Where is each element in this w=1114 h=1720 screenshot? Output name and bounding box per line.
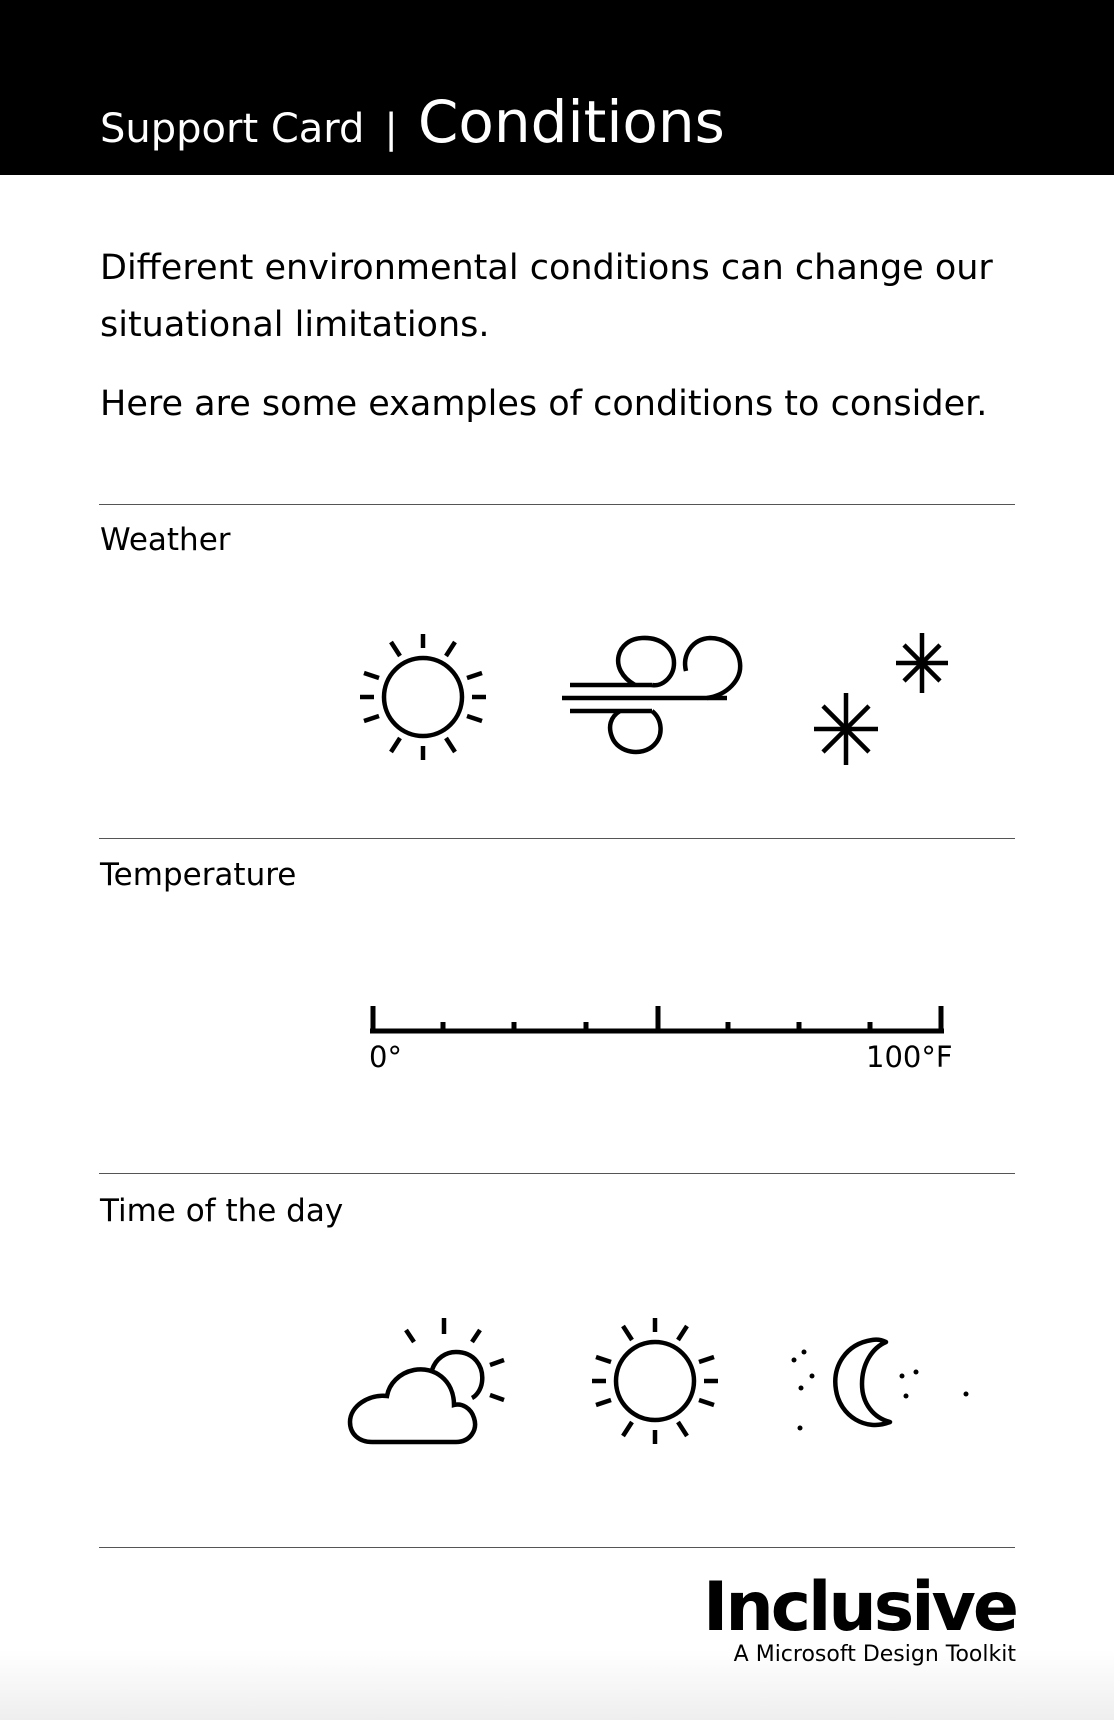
header-title-row: Support Card | Conditions xyxy=(100,88,725,156)
section-label-weather: Weather xyxy=(100,522,231,558)
temperature-min-label: 0° xyxy=(369,1040,402,1074)
intro-paragraph-2: Here are some examples of conditions to … xyxy=(100,384,988,424)
moon-stars-icon xyxy=(791,1338,969,1431)
temperature-max-label: 100°F xyxy=(866,1040,953,1074)
page-title: Conditions xyxy=(417,88,725,156)
section-label-time-of-day: Time of the day xyxy=(100,1193,344,1229)
sun-icon xyxy=(592,1318,718,1444)
snowflakes-icon xyxy=(808,633,954,768)
divider-footer xyxy=(99,1547,1015,1548)
divider-weather xyxy=(99,504,1015,505)
logo-wordmark: Inclusive xyxy=(703,1568,1019,1647)
logo-tagline: A Microsoft Design Toolkit xyxy=(733,1642,1016,1667)
temperature-scale-icon xyxy=(370,1004,944,1036)
header-separator: | xyxy=(384,106,398,152)
support-card-page: Support Card | Conditions Different envi… xyxy=(0,0,1114,1720)
header-bar: Support Card | Conditions xyxy=(0,0,1114,175)
section-label-temperature: Temperature xyxy=(100,857,297,893)
intro-paragraph-1: Different environmental conditions can c… xyxy=(100,248,993,345)
header-label: Support Card xyxy=(100,106,365,152)
inclusive-logo: Inclusive A Microsoft Design Toolkit xyxy=(703,1568,1019,1670)
partly-cloudy-icon xyxy=(344,1318,506,1448)
divider-temperature xyxy=(99,838,1015,839)
divider-time-of-day xyxy=(99,1173,1015,1174)
intro-text: Different environmental conditions can c… xyxy=(100,240,1000,455)
sun-icon xyxy=(360,634,486,760)
wind-icon xyxy=(562,635,747,761)
